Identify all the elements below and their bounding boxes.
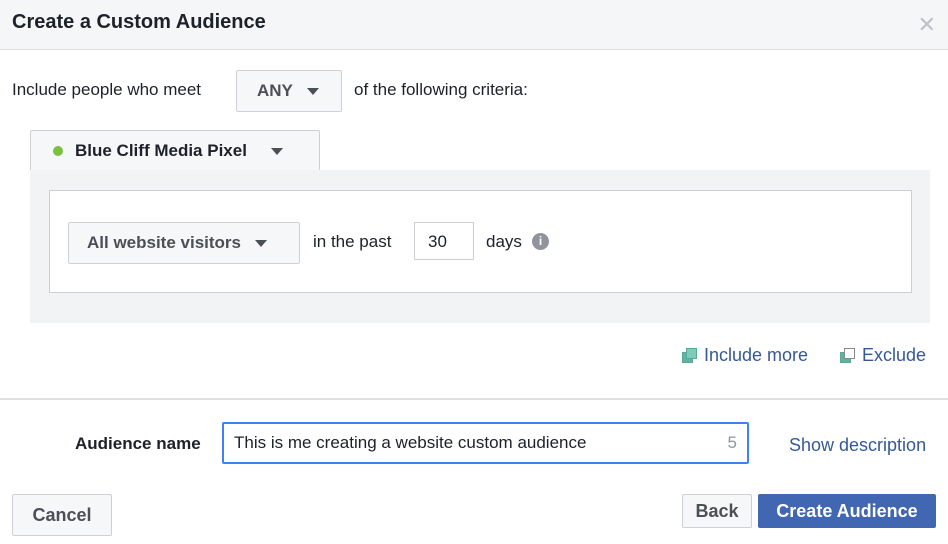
in-past-label: in the past	[313, 232, 392, 251]
caret-down-icon	[255, 239, 267, 247]
audience-name-value: This is me creating a website custom aud…	[234, 433, 587, 452]
pixel-dropdown[interactable]: Blue Cliff Media Pixel	[30, 130, 320, 172]
event-dropdown[interactable]: All website visitors	[68, 222, 300, 264]
match-dropdown[interactable]: ANY	[236, 70, 342, 112]
create-audience-button[interactable]: Create Audience	[758, 494, 936, 528]
event-value: All website visitors	[87, 233, 241, 252]
include-icon	[682, 347, 698, 364]
dialog-header: Create a Custom Audience ✕	[0, 0, 948, 50]
cancel-button[interactable]: Cancel	[12, 494, 112, 536]
info-icon[interactable]: i	[532, 233, 549, 250]
dialog-title: Create a Custom Audience	[12, 11, 266, 33]
days-label: days	[486, 232, 522, 251]
caret-down-icon	[306, 87, 319, 95]
exclude-label: Exclude	[862, 345, 927, 365]
pixel-name: Blue Cliff Media Pixel	[75, 141, 247, 160]
close-icon[interactable]: ✕	[918, 12, 936, 38]
char-count: 5	[727, 433, 737, 452]
include-more-link[interactable]: Include more	[682, 345, 808, 366]
caret-down-icon	[270, 147, 283, 155]
audience-name-input[interactable]: This is me creating a website custom aud…	[222, 422, 749, 464]
audience-name-label: Audience name	[75, 434, 201, 453]
days-input[interactable]: 30	[414, 222, 474, 260]
status-dot-icon	[53, 146, 63, 156]
show-description-link[interactable]: Show description	[789, 435, 926, 456]
back-button[interactable]: Back	[682, 494, 752, 528]
include-more-label: Include more	[704, 345, 809, 365]
exclude-link[interactable]: Exclude	[840, 345, 926, 366]
match-value: ANY	[257, 81, 293, 100]
criteria-suffix: of the following criteria:	[354, 80, 528, 99]
exclude-icon	[840, 347, 856, 364]
divider	[0, 398, 948, 400]
criteria-prefix: Include people who meet	[12, 80, 202, 99]
